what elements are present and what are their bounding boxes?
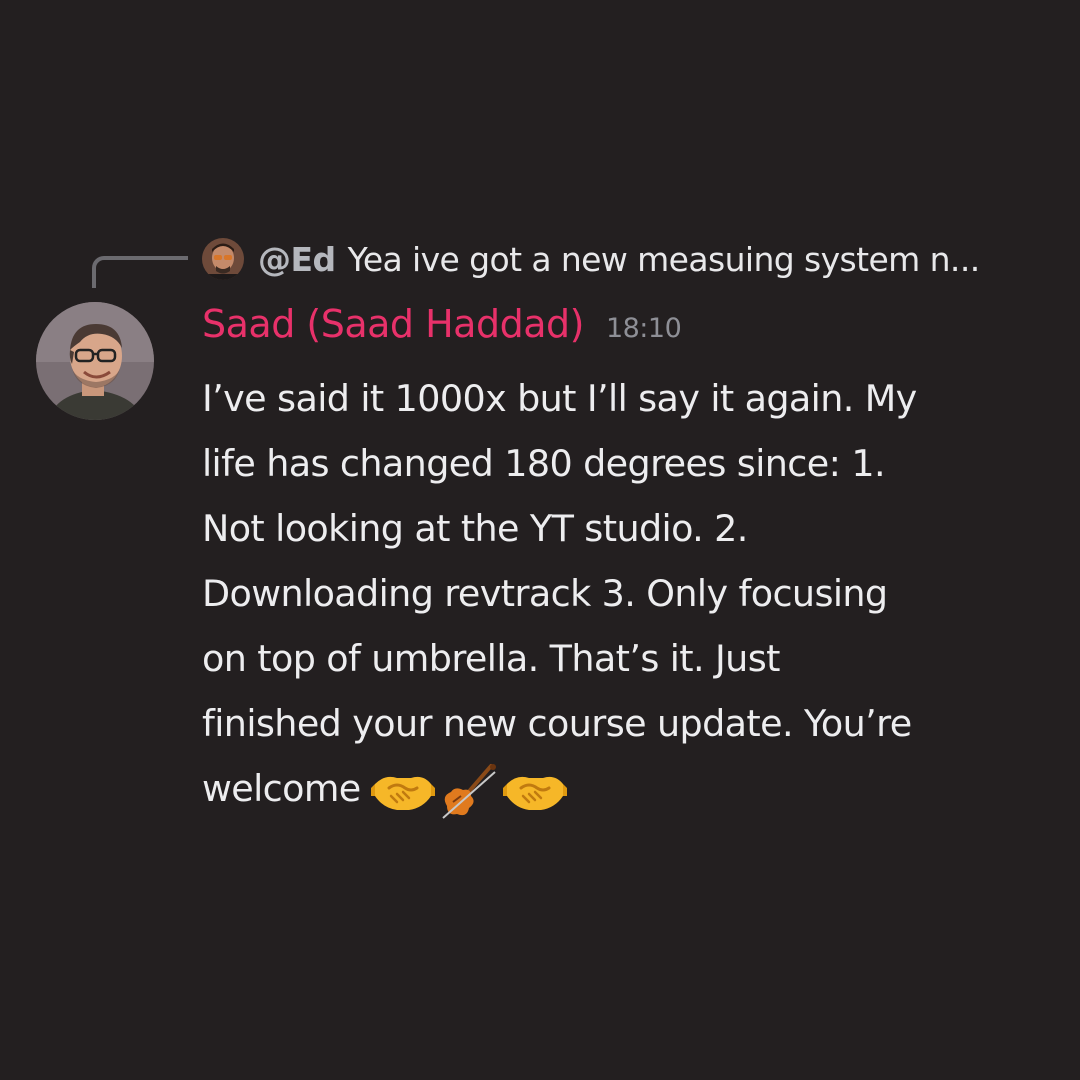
reply-preview[interactable]: Yea ive got a new measuing system n...: [348, 240, 981, 279]
message-body: I’ve said it 1000x but I’ll say it again…: [202, 366, 1022, 821]
message-line: Not looking at the YT studio. 2.: [202, 507, 748, 550]
message-line: finished your new course update. You’re: [202, 702, 912, 745]
message-last-line: welcome: [202, 756, 1022, 821]
avatar[interactable]: [36, 302, 154, 420]
message-line: on top of umbrella. That’s it. Just: [202, 637, 780, 680]
message-line: welcome: [202, 767, 361, 810]
message-header: Saad (Saad Haddad) 18:10: [202, 302, 682, 358]
username[interactable]: Saad (Saad Haddad): [202, 302, 584, 346]
timestamp[interactable]: 18:10: [606, 313, 682, 344]
reply-connector: [92, 256, 188, 288]
message-line: Downloading revtrack 3. Only focusing: [202, 572, 888, 615]
handshake-icon[interactable]: [370, 762, 435, 820]
reply-avatar[interactable]: [202, 238, 244, 280]
message-line: life has changed 180 degrees since: 1.: [202, 442, 886, 485]
reply-reference[interactable]: @Ed Yea ive got a new measuing system n.…: [202, 234, 980, 284]
message-line: I’ve said it 1000x but I’ll say it again…: [202, 377, 917, 420]
violin-icon[interactable]: [437, 762, 501, 820]
handshake-icon[interactable]: [502, 762, 567, 820]
chat-message: @Ed Yea ive got a new measuing system n.…: [0, 0, 1080, 1080]
emoji-group: [370, 762, 567, 820]
reply-author[interactable]: @Ed: [258, 240, 336, 279]
